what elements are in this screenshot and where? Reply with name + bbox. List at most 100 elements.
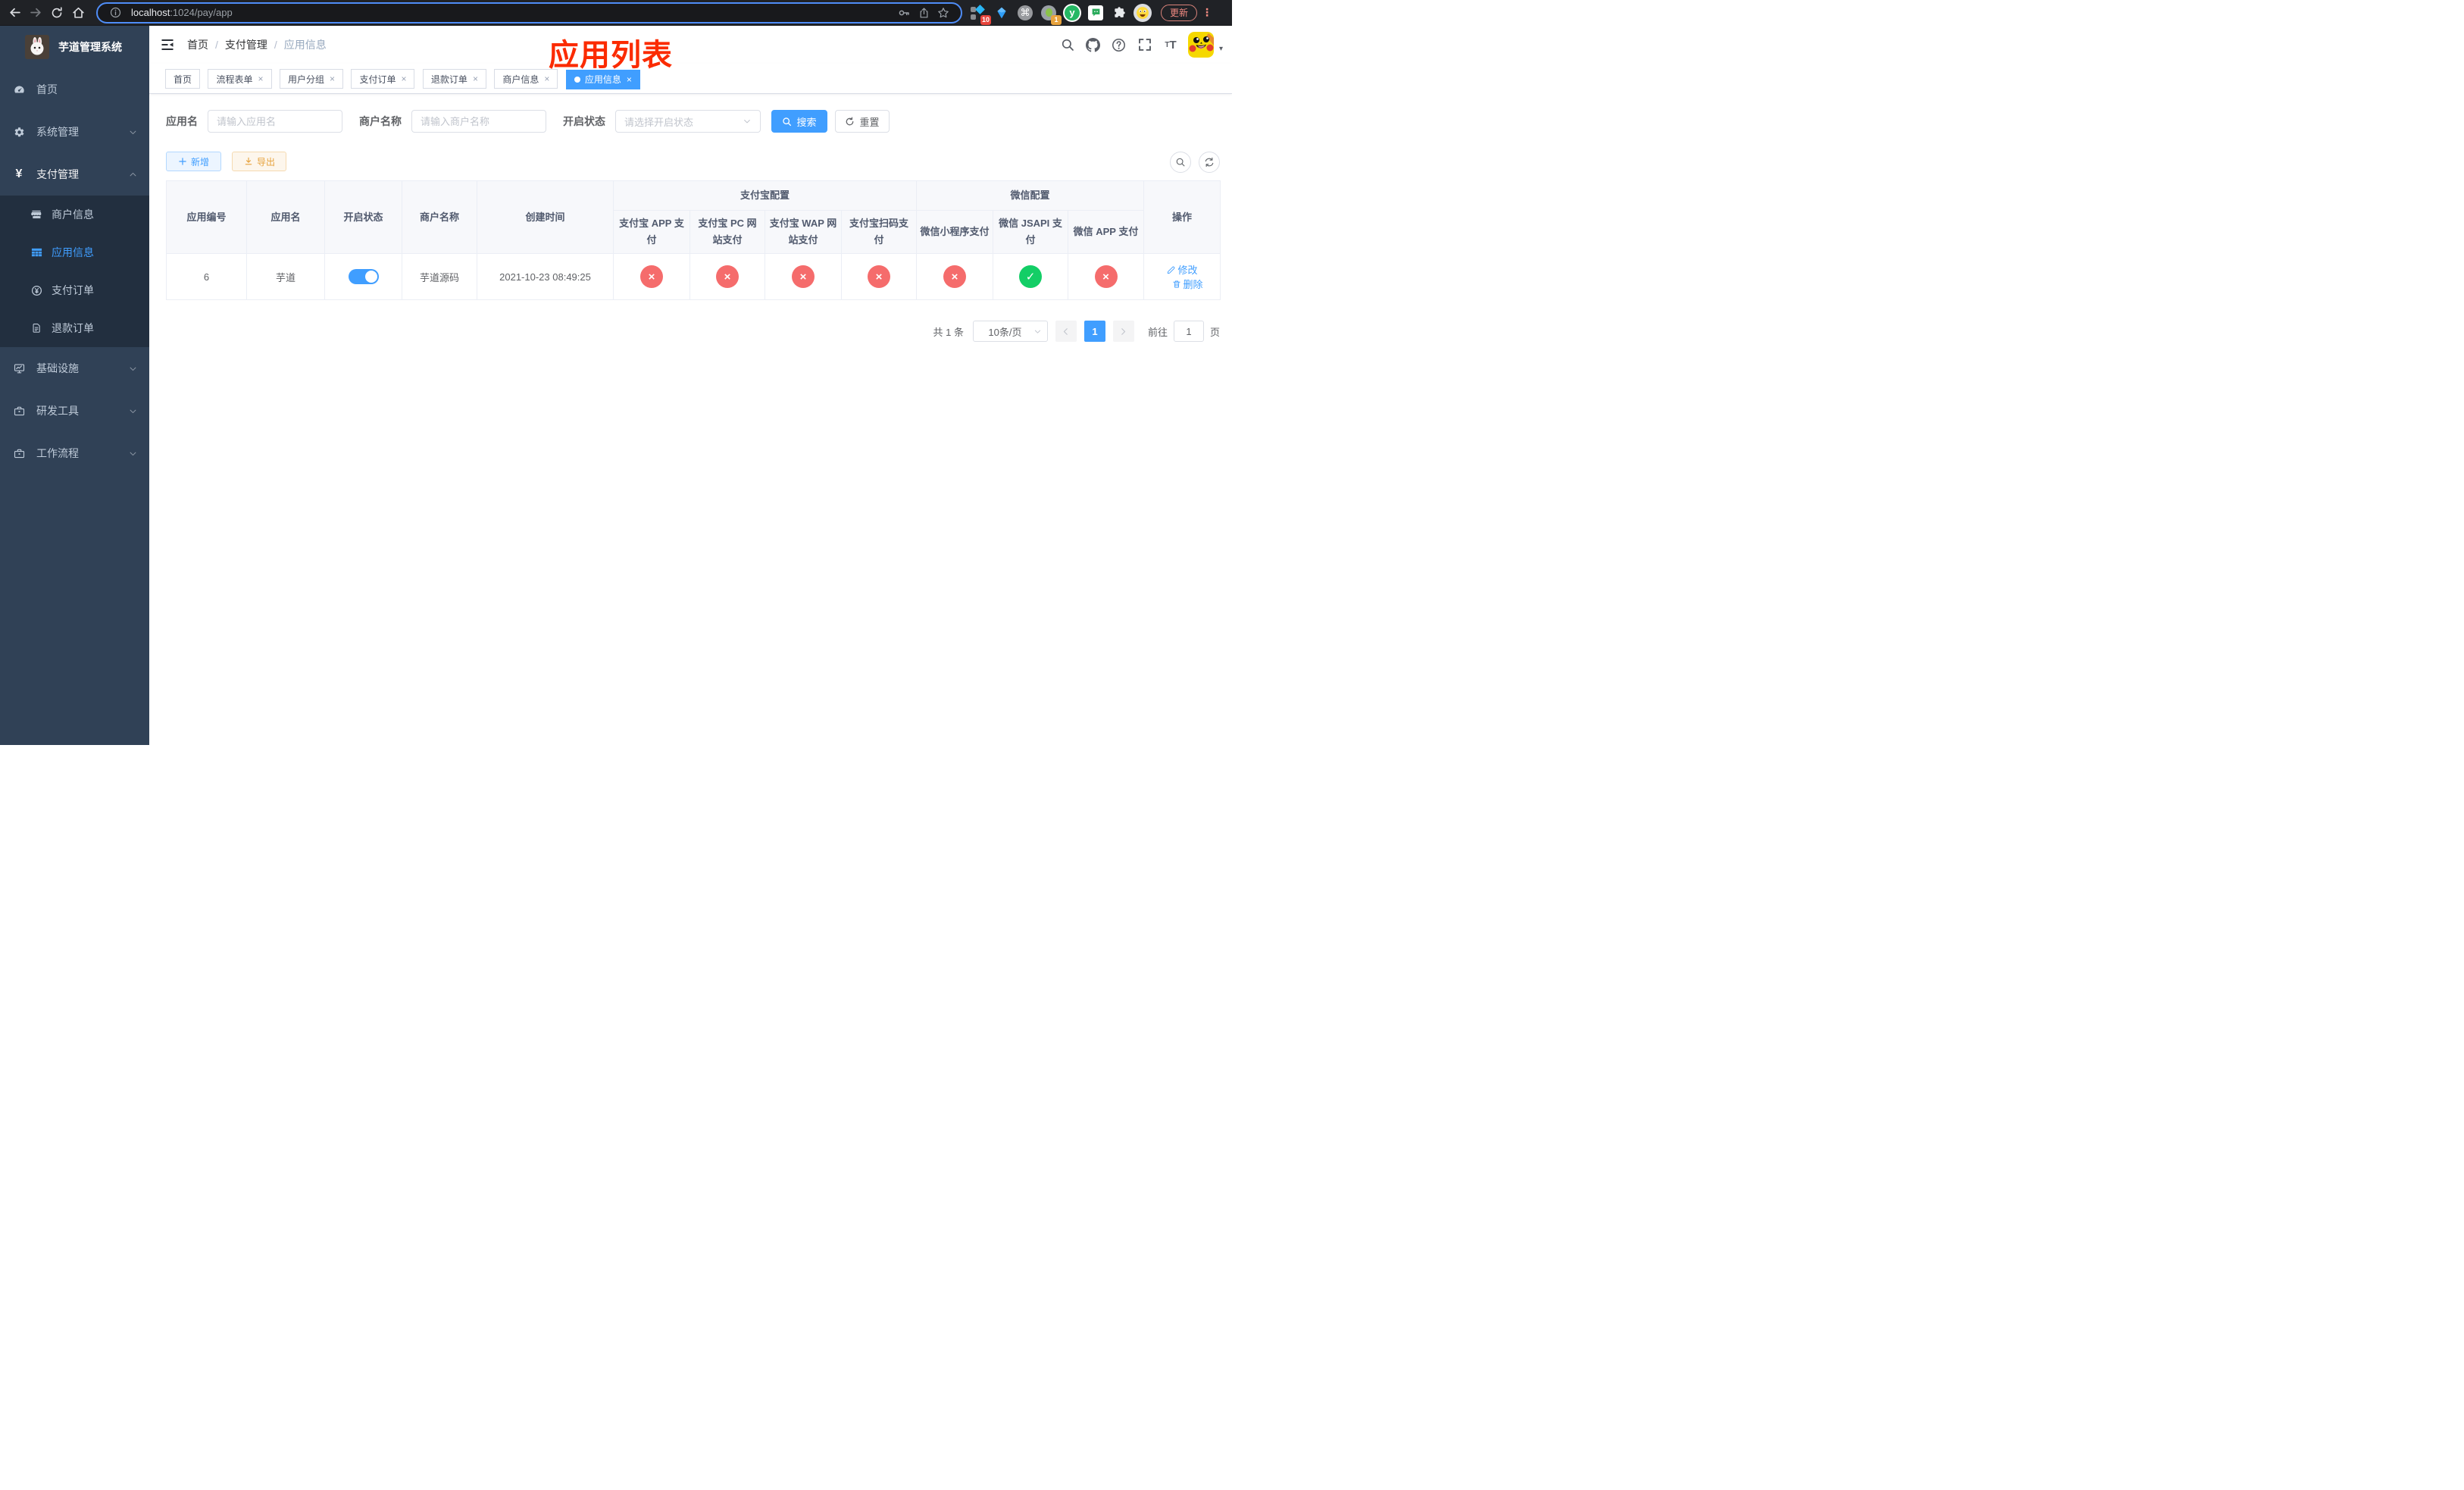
sidebar-item-app-info[interactable]: 应用信息 [0,233,149,271]
url-bar[interactable]: localhost:1024/pay/app [96,2,962,23]
tab-refund-orders[interactable]: 退款订单 × [422,69,486,89]
tab-home[interactable]: 首页 [165,69,201,89]
col-wx-jsapi: 微信 JSAPI 支付 [993,210,1069,254]
cell-app-name: 芋道 [246,253,325,300]
extension-chat-icon[interactable] [1086,3,1105,23]
chevron-down-icon [129,365,137,373]
url-path: :1024/pay/app [170,7,233,18]
font-size-icon[interactable]: TT [1158,26,1184,64]
sidebar-item-payment[interactable]: ¥ 支付管理 [0,153,149,196]
sidebar-item-merchant-info[interactable]: 商户信息 [0,196,149,233]
sidebar-submenu-payment: 商户信息 应用信息 支付订单 退款订单 [0,196,149,347]
header-search-icon[interactable] [1055,26,1080,64]
extension-command-icon[interactable]: ⌘ [1015,3,1035,23]
tab-pay-orders[interactable]: 支付订单 × [351,69,415,89]
tab-close-icon[interactable]: × [330,74,335,83]
extension-gem-icon[interactable] [992,3,1012,23]
col-actions: 操作 [1143,180,1221,254]
page-size-value: 10条/页 [988,326,1022,338]
open-status-placeholder: 请选择开启状态 [624,116,694,128]
browser-home-button[interactable] [67,2,89,23]
status-toggle-on[interactable] [348,269,379,284]
sidebar-item-refund-orders[interactable]: 退款订单 [0,309,149,347]
sidebar-item-label: 退款订单 [52,322,94,334]
open-status-select[interactable]: 请选择开启状态 [615,110,761,133]
url-text[interactable]: localhost:1024/pay/app [131,7,894,18]
sidebar-item-pay-orders[interactable]: 支付订单 [0,271,149,309]
update-label: 更新 [1170,8,1189,18]
tab-process-form[interactable]: 流程表单 × [208,69,272,89]
tab-label: 用户分组 [287,74,324,85]
cell-app-id: 6 [166,253,247,300]
help-icon[interactable] [1106,26,1132,64]
col-app-name: 应用名 [246,180,325,254]
browser-forward-button[interactable] [25,2,46,23]
toolbar: 新增 导出 [166,152,1220,173]
page-size-select[interactable]: 10条/页 [972,321,1048,342]
breadcrumb-payment[interactable]: 支付管理 [225,37,267,52]
extension-recorder-icon[interactable]: 1 [1039,3,1062,25]
col-group-alipay: 支付宝配置 [612,180,918,211]
table-row: 6 芋道 芋道源码 2021-10-23 08:49:25 × × × × × [166,253,1221,300]
cell-actions: 修改 删除 [1143,253,1221,300]
add-button[interactable]: 新增 [166,152,221,171]
tab-user-group[interactable]: 用户分组 × [279,69,343,89]
app-name-input[interactable] [217,115,333,127]
tab-close-icon[interactable]: × [401,74,406,83]
sidebar-item-home[interactable]: 首页 [0,68,149,111]
status-cross-icon: × [640,265,663,288]
col-alipay-wap: 支付宝 WAP 网站支付 [765,210,842,254]
export-button[interactable]: 导出 [232,152,287,171]
bookmark-star-icon[interactable] [933,5,953,21]
briefcase-icon [13,447,25,459]
next-page-button[interactable] [1112,321,1134,342]
prev-page-button[interactable] [1055,321,1077,342]
cell-create-time: 2021-10-23 08:49:25 [477,253,614,300]
sidebar-logo-row[interactable]: 芋道管理系统 [0,26,149,68]
sidebar-collapse-icon[interactable] [161,38,174,52]
avatar-caret-down-icon[interactable]: ▾ [1219,45,1223,53]
password-key-icon[interactable] [894,5,914,21]
site-info-icon[interactable] [105,5,125,21]
extensions-row: 10 ⌘ 1 y 更新 ⋮ [968,3,1218,25]
tab-close-icon[interactable]: × [473,74,478,83]
refresh-table-button[interactable] [1199,152,1220,173]
sidebar-item-infrastructure[interactable]: 基础设施 [0,347,149,390]
tab-close-icon[interactable]: × [258,74,263,83]
github-icon[interactable] [1080,26,1106,64]
extension-yuque-icon[interactable]: y [1062,3,1082,23]
col-alipay-pc: 支付宝 PC 网站支付 [689,210,765,254]
breadcrumb-home[interactable]: 首页 [187,37,208,52]
browser-reload-button[interactable] [46,2,67,23]
tab-label: 商户信息 [502,74,539,85]
edit-button[interactable]: 修改 [1167,262,1198,277]
tab-close-icon[interactable]: × [544,74,549,83]
user-avatar[interactable] [1187,32,1214,58]
share-icon[interactable] [914,5,933,21]
fullscreen-icon[interactable] [1132,26,1158,64]
reset-button[interactable]: 重置 [835,110,890,133]
merchant-name-input[interactable] [421,115,537,127]
tab-close-icon[interactable]: × [627,75,632,84]
page-number-1[interactable]: 1 [1083,321,1105,342]
browser-menu-kebab-icon[interactable]: ⋮ [1202,6,1212,19]
browser-profile-avatar[interactable] [1133,3,1152,23]
browser-update-button[interactable]: 更新 [1161,4,1198,21]
sidebar-item-workflow[interactable]: 工作流程 [0,432,149,474]
browser-back-button[interactable] [4,2,25,23]
sidebar-item-system[interactable]: 系统管理 [0,111,149,153]
url-host: localhost [131,7,170,18]
extension-tabs-icon[interactable]: 10 [968,3,991,25]
extensions-puzzle-icon[interactable] [1109,3,1129,23]
goto-page-input[interactable] [1173,321,1204,342]
sidebar-item-dev-tools[interactable]: 研发工具 [0,390,149,432]
search-button[interactable]: 搜索 [771,110,827,133]
cell-alipay-app: × [613,253,690,300]
sidebar-item-label: 工作流程 [36,447,79,459]
app-name-label: 应用名 [166,115,198,127]
page-unit-label: 页 [1209,326,1220,338]
delete-button[interactable]: 删除 [1172,277,1203,291]
cell-wx-app: × [1068,253,1145,300]
refresh-icon [845,117,855,127]
show-search-button[interactable] [1170,152,1191,173]
